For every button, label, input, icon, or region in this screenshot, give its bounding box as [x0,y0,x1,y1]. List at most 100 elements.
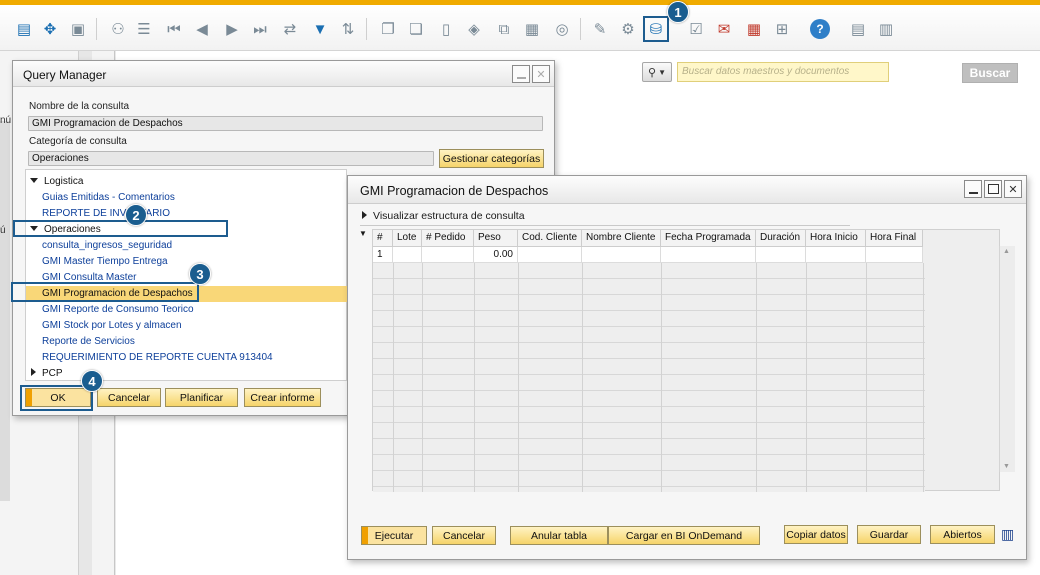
table-cell[interactable] [866,247,923,263]
scroll-up-icon[interactable]: ▲ [1003,248,1010,255]
query-tree: Logistica Guias Emitidas - Comentarios R… [25,169,348,382]
left-strip [0,121,10,501]
doc-search-icon[interactable]: ◎ [552,19,572,39]
column-header[interactable]: # [373,230,393,247]
column-header[interactable]: Nombre Cliente [582,230,661,247]
arrows-move-icon[interactable]: ✥ [40,19,60,39]
last-record-icon[interactable]: ⏭ [250,19,270,39]
previous-record-icon[interactable]: ◀ [192,19,212,39]
caret-right-icon [362,211,367,219]
column-header[interactable]: Cod. Cliente [518,230,582,247]
tree-group-pcp[interactable]: PCP [26,366,63,382]
grid-menu-caret-icon[interactable]: ▼ [359,229,367,238]
tree-item[interactable]: REPORTE DE INVENTARIO [26,206,170,222]
column-header[interactable]: Fecha Programada [661,230,756,247]
search-icon: ⚲ [648,66,657,79]
first-record-icon[interactable]: ⏮ [164,19,184,39]
tree-group-logistica[interactable]: Logistica [26,174,83,190]
doc-icon[interactable]: ▯ [436,19,456,39]
tree-item-selected[interactable]: GMI Programacion de Despachos [26,286,348,302]
chart-icon[interactable]: ▥ [1001,526,1014,543]
sort-icon[interactable]: ⇅ [338,19,358,39]
save-button[interactable]: Guardar [857,525,921,544]
open-button[interactable]: Abiertos [930,525,995,544]
close-button[interactable]: ✕ [532,65,550,83]
report2-icon[interactable]: ▥ [876,19,896,39]
form-lock-icon[interactable]: ▣ [68,19,88,39]
report-icon[interactable]: ▤ [848,19,868,39]
gift-icon[interactable]: ◈ [464,19,484,39]
copy-doc-icon[interactable]: ❐ [378,19,398,39]
table-row[interactable]: 1 0.00 [373,247,923,263]
pen-icon[interactable]: ✎ [590,19,610,39]
search-input[interactable]: Buscar datos maestros y documentos [677,62,889,82]
tree-item[interactable]: GMI Stock por Lotes y almacen [26,318,182,334]
tree-item[interactable]: GMI Reporte de Consumo Teorico [26,302,194,318]
plan-button[interactable]: Planificar [165,388,238,407]
query-icon[interactable]: ⛁ [643,16,669,42]
column-header[interactable]: Hora Inicio [806,230,866,247]
manage-categories-button[interactable]: Gestionar categorías [439,149,544,168]
cancel-table-button[interactable]: Anular tabla [510,526,608,545]
table-cell[interactable] [518,247,582,263]
tree-item[interactable]: Guias Emitidas - Comentarios [26,190,175,206]
filter-icon[interactable]: ▼ [310,19,330,39]
window-title-text: Query Manager [23,68,107,82]
query-name-field[interactable]: GMI Programacion de Despachos [28,116,543,131]
left-menu-text: ú [0,225,6,236]
ok-button[interactable]: OK [25,388,91,407]
execute-button[interactable]: Ejecutar [361,526,427,545]
scroll-down-icon[interactable]: ▼ [1003,463,1010,470]
query-category-field[interactable]: Operaciones [28,151,434,166]
refresh-icon[interactable]: ⇄ [280,19,300,39]
minimize-button[interactable] [964,180,982,198]
tree-group-operaciones[interactable]: Operaciones [26,222,101,238]
mail-icon[interactable]: ✉ [714,19,734,39]
tree-item[interactable]: GMI Consulta Master [26,270,136,286]
column-header[interactable]: Peso [474,230,518,247]
load-bi-button[interactable]: Cargar en BI OnDemand [608,526,760,545]
checklist-icon[interactable]: ☑ [686,19,706,39]
table-cell[interactable]: 1 [373,247,393,263]
table-cell[interactable] [756,247,806,263]
minimize-button[interactable] [512,65,530,83]
cancel-button[interactable]: Cancelar [97,388,161,407]
copy-doc2-icon[interactable]: ❏ [406,19,426,39]
column-header[interactable]: Duración [756,230,806,247]
search-scope-dropdown[interactable]: ⚲ ▼ [642,62,672,82]
next-record-icon[interactable]: ▶ [222,19,242,39]
document-list-icon[interactable]: ☰ [134,19,154,39]
maximize-button[interactable] [984,180,1002,198]
hierarchy-icon[interactable]: ⊞ [772,19,792,39]
column-header[interactable]: # Pedido [422,230,474,247]
tree-item[interactable]: Reporte de Servicios [26,334,135,350]
column-header[interactable]: Hora Final [866,230,923,247]
binoculars-icon[interactable]: ⚇ [108,19,128,39]
tree-item[interactable]: consulta_ingresos_seguridad [26,238,172,254]
close-button[interactable]: ✕ [1004,180,1022,198]
tree-item[interactable]: GMI Master Tiempo Entrega [26,254,168,270]
doc-gear-icon[interactable]: ⚙ [618,19,638,39]
new-document-icon[interactable]: ▤ [14,19,34,39]
doc-exchange-icon[interactable]: ⧉ [494,19,514,39]
table-cell[interactable] [661,247,756,263]
table-cell[interactable]: 0.00 [474,247,518,263]
tree-item[interactable]: REQUERIMIENTO DE REPORTE CUENTA 913404 [26,350,273,366]
table-cell[interactable] [422,247,474,263]
cancel-button[interactable]: Cancelar [432,526,496,545]
doc-list-icon[interactable]: ▦ [522,19,542,39]
column-header[interactable]: Lote [393,230,422,247]
create-report-button[interactable]: Crear informe [244,388,321,407]
calendar-icon[interactable]: ▦ [744,19,764,39]
copy-data-button[interactable]: Copiar datos [784,525,848,544]
visualize-structure-toggle[interactable]: Visualizar estructura de consulta [360,210,850,226]
search-button[interactable]: Buscar [962,63,1018,83]
help-icon[interactable]: ? [810,19,830,39]
table-cell[interactable] [582,247,661,263]
query-manager-title: Query Manager ✕ [13,61,554,87]
table-cell[interactable] [393,247,422,263]
table-cell[interactable] [806,247,866,263]
grid-divider [806,263,807,492]
grid-scrollbar[interactable]: ▲ ▼ [999,246,1015,472]
grid-divider [582,263,583,492]
